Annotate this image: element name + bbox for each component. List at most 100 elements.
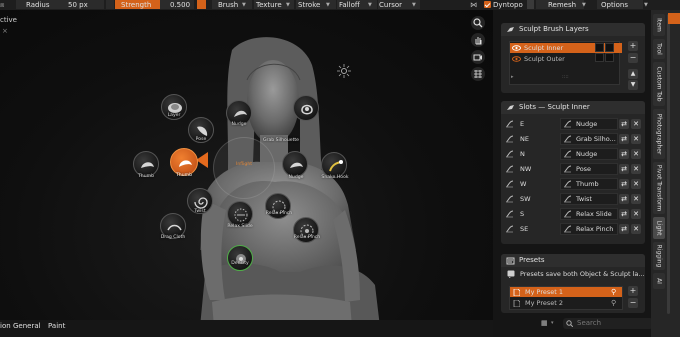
tab-custom-tab[interactable]: Custom Tab xyxy=(653,62,665,106)
brush-icon xyxy=(563,150,572,158)
pin-icon[interactable]: ⚲ xyxy=(611,298,616,308)
texture-menu-label: Texture xyxy=(256,1,282,9)
chevron-down-icon: ▼ xyxy=(582,2,586,8)
preset-row-1[interactable]: My Preset 1 ⚲ xyxy=(510,287,622,297)
sidebar-scrollbar[interactable] xyxy=(667,14,670,314)
dyntopo-checkbox[interactable] xyxy=(484,1,491,8)
brush-icon xyxy=(563,210,572,218)
stroke-menu-label: Stroke xyxy=(298,1,321,9)
pie-label-density: Density xyxy=(231,261,249,266)
slots-title: Slots — Sculpt Inner xyxy=(519,103,590,111)
slot-row: S Relax Slide ⇄ ✕ xyxy=(505,208,641,220)
relax-pinch-brush-icon xyxy=(300,224,314,238)
strength-label: Strength xyxy=(121,1,152,9)
clear-slot-button[interactable]: ✕ xyxy=(631,194,641,204)
swap-brush-button[interactable]: ⇄ xyxy=(619,224,629,234)
strength-value[interactable]: 0.500 xyxy=(170,0,190,10)
tab-rigging[interactable]: Rigging xyxy=(653,242,665,270)
tab-ai[interactable]: AI xyxy=(653,273,665,289)
light-gizmo-icon[interactable] xyxy=(337,64,351,78)
tab-light[interactable]: Light xyxy=(653,217,665,239)
clear-slot-button[interactable]: ✕ xyxy=(631,164,641,174)
pie-item-grab-silhouette[interactable] xyxy=(293,95,319,121)
pan-nav-button[interactable] xyxy=(471,33,485,47)
presets-icon xyxy=(506,257,515,265)
move-layer-down-button[interactable]: ▼ xyxy=(628,80,638,90)
tab-pivot-transform[interactable]: Pivot Transform xyxy=(653,162,665,214)
move-layer-up-button[interactable]: ▲ xyxy=(628,69,638,79)
slot-brush-name: Twist xyxy=(576,195,592,203)
pie-item-nudge-right[interactable] xyxy=(282,151,308,177)
clear-slot-button[interactable]: ✕ xyxy=(631,134,641,144)
brush-menu-label: Brush xyxy=(218,1,239,9)
swap-brush-button[interactable]: ⇄ xyxy=(619,149,629,159)
preset-file-icon xyxy=(513,289,520,296)
list-expand-icon[interactable]: ▸ xyxy=(511,74,514,80)
swap-brush-button[interactable]: ⇄ xyxy=(619,134,629,144)
slot-brush-name: Relax Pinch xyxy=(576,225,614,233)
swap-brush-button[interactable]: ⇄ xyxy=(619,209,629,219)
search-field[interactable]: Search xyxy=(563,318,653,329)
swap-brush-button[interactable]: ⇄ xyxy=(619,164,629,174)
pie-label-grab-silhouette: Grab Silhouette xyxy=(263,138,299,143)
tab-label: Item xyxy=(655,18,663,32)
dyntopo-expand[interactable] xyxy=(527,0,534,9)
tab-item[interactable]: Item xyxy=(653,14,665,36)
pie-item-thumb-active[interactable] xyxy=(170,148,198,176)
pie-label-relax-pinch-bottom: Relax Pinch xyxy=(293,235,321,240)
tab-photographer[interactable]: Photographer xyxy=(653,109,665,159)
swap-brush-button[interactable]: ⇄ xyxy=(619,179,629,189)
3d-viewport[interactable]: ctive × Inflight Layer Nudge Pose Grab S… xyxy=(0,10,493,327)
brush-layers-icon xyxy=(507,27,514,32)
eye-icon[interactable] xyxy=(512,45,521,51)
tab-paint[interactable]: Paint xyxy=(48,322,65,331)
swap-brush-button[interactable]: ⇄ xyxy=(619,194,629,204)
eye-icon[interactable] xyxy=(512,56,521,62)
clear-slot-button[interactable]: ✕ xyxy=(631,179,641,189)
list-resize-handle[interactable]: :::: xyxy=(562,74,569,80)
add-preset-button[interactable]: + xyxy=(628,286,638,296)
tool-header: ⧈ Radius 50 px Strength 0.500 Brush ▼ Te… xyxy=(0,0,680,10)
radius-lock-icon[interactable]: ⧈ xyxy=(0,0,4,10)
radius-pressure-toggle[interactable] xyxy=(106,0,114,9)
slot-brush-name: Nudge xyxy=(576,150,598,158)
search-icon xyxy=(566,320,573,327)
radius-value[interactable]: 50 px xyxy=(68,0,88,10)
slot-brush-name: Thumb xyxy=(576,180,599,188)
remove-preset-button[interactable]: − xyxy=(628,298,638,308)
falloff-menu-label: Falloff xyxy=(339,1,360,9)
tab-label: Photographer xyxy=(655,113,663,155)
slot-row: SE Relax Pinch ⇄ ✕ xyxy=(505,223,641,235)
slot-row: NW Pose ⇄ ✕ xyxy=(505,163,641,175)
pie-item-density[interactable] xyxy=(227,245,253,271)
clear-slot-button[interactable]: ✕ xyxy=(631,149,641,159)
pie-label-layer: Layer xyxy=(167,113,181,118)
tab-general[interactable]: General xyxy=(13,322,41,331)
pin-icon[interactable]: ⚲ xyxy=(611,287,616,297)
clear-slot-button[interactable]: ✕ xyxy=(631,209,641,219)
falloff-curve-icon xyxy=(505,225,514,233)
tab-label: Tool xyxy=(655,43,663,55)
chevron-down-icon: ▼ xyxy=(286,2,290,8)
slot-direction: NW xyxy=(520,165,532,173)
tab-label: AI xyxy=(655,278,663,284)
chevron-down-icon: ▼ xyxy=(644,2,648,8)
remove-layer-button[interactable]: − xyxy=(628,53,638,63)
symmetry-axis-icon[interactable]: ⋈ xyxy=(470,0,477,10)
dyntopo-label: Dyntopo xyxy=(493,1,523,9)
ortho-toggle-button[interactable] xyxy=(471,67,485,81)
slot-direction: NE xyxy=(520,135,529,143)
preset-row-2[interactable]: My Preset 2 ⚲ xyxy=(510,298,622,308)
search-placeholder: Search xyxy=(577,319,602,327)
filter-grid-icon[interactable]: ▦ xyxy=(541,319,548,327)
tab-tool[interactable]: Tool xyxy=(653,39,665,59)
zoom-nav-button[interactable] xyxy=(471,16,485,30)
clear-slot-button[interactable]: ✕ xyxy=(631,119,641,129)
clear-slot-button[interactable]: ✕ xyxy=(631,224,641,234)
tab-partial[interactable]: ion xyxy=(0,322,11,331)
swap-brush-button[interactable]: ⇄ xyxy=(619,119,629,129)
camera-view-button[interactable] xyxy=(471,50,485,64)
add-layer-button[interactable]: + xyxy=(628,41,638,51)
strength-pressure-toggle[interactable] xyxy=(197,0,206,9)
layer-thumb xyxy=(595,43,604,52)
